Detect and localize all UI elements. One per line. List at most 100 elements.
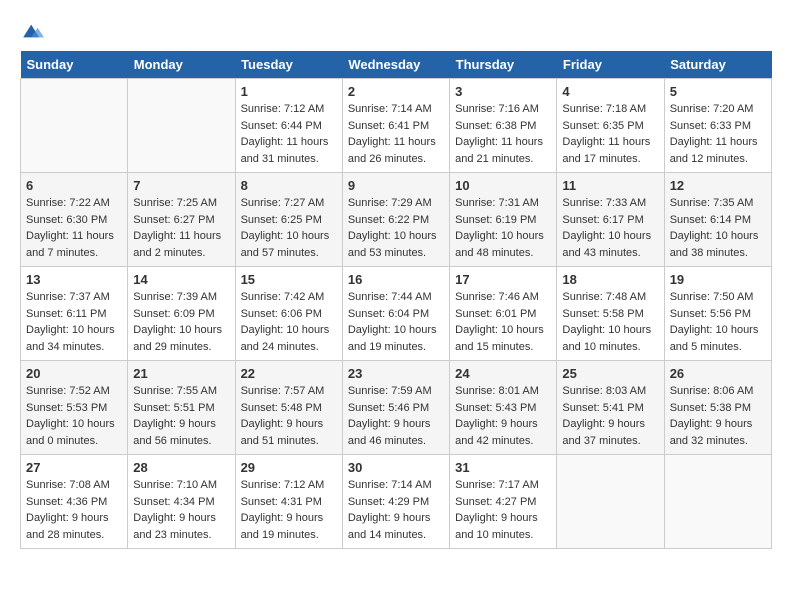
day-info-text: Daylight: 9 hours and 37 minutes. bbox=[562, 416, 658, 449]
day-number: 5 bbox=[670, 84, 766, 99]
page-header bbox=[20, 20, 772, 41]
day-cell bbox=[664, 455, 771, 549]
day-info-text: Sunset: 6:14 PM bbox=[670, 212, 766, 229]
day-info-text: Sunrise: 7:37 AM bbox=[26, 289, 122, 306]
day-info-text: Daylight: 11 hours and 26 minutes. bbox=[348, 134, 444, 167]
day-info-text: Daylight: 9 hours and 46 minutes. bbox=[348, 416, 444, 449]
week-row-4: 20Sunrise: 7:52 AMSunset: 5:53 PMDayligh… bbox=[21, 361, 772, 455]
header-cell-monday: Monday bbox=[128, 51, 235, 79]
header-cell-friday: Friday bbox=[557, 51, 664, 79]
header-cell-wednesday: Wednesday bbox=[342, 51, 449, 79]
day-info-text: Sunset: 6:11 PM bbox=[26, 306, 122, 323]
day-number: 11 bbox=[562, 178, 658, 193]
day-number: 29 bbox=[241, 460, 337, 475]
day-info-text: Daylight: 11 hours and 12 minutes. bbox=[670, 134, 766, 167]
day-info-text: Sunset: 4:34 PM bbox=[133, 494, 229, 511]
day-info-text: Sunset: 6:01 PM bbox=[455, 306, 551, 323]
day-info-text: Sunset: 6:30 PM bbox=[26, 212, 122, 229]
day-number: 14 bbox=[133, 272, 229, 287]
day-info-text: Sunrise: 7:25 AM bbox=[133, 195, 229, 212]
day-info-text: Sunrise: 7:59 AM bbox=[348, 383, 444, 400]
day-info-text: Daylight: 11 hours and 2 minutes. bbox=[133, 228, 229, 261]
day-cell: 9Sunrise: 7:29 AMSunset: 6:22 PMDaylight… bbox=[342, 173, 449, 267]
logo bbox=[20, 20, 48, 41]
day-info-text: Sunrise: 7:14 AM bbox=[348, 477, 444, 494]
day-info-text: Sunset: 6:04 PM bbox=[348, 306, 444, 323]
header-row: SundayMondayTuesdayWednesdayThursdayFrid… bbox=[21, 51, 772, 79]
day-info-text: Sunrise: 7:35 AM bbox=[670, 195, 766, 212]
calendar-table: SundayMondayTuesdayWednesdayThursdayFrid… bbox=[20, 51, 772, 549]
day-number: 17 bbox=[455, 272, 551, 287]
day-info-text: Sunset: 6:22 PM bbox=[348, 212, 444, 229]
day-info-text: Sunset: 6:25 PM bbox=[241, 212, 337, 229]
day-info-text: Sunset: 4:36 PM bbox=[26, 494, 122, 511]
day-cell: 2Sunrise: 7:14 AMSunset: 6:41 PMDaylight… bbox=[342, 79, 449, 173]
day-cell: 16Sunrise: 7:44 AMSunset: 6:04 PMDayligh… bbox=[342, 267, 449, 361]
day-number: 7 bbox=[133, 178, 229, 193]
day-info-text: Daylight: 11 hours and 31 minutes. bbox=[241, 134, 337, 167]
day-info-text: Daylight: 9 hours and 56 minutes. bbox=[133, 416, 229, 449]
day-info-text: Daylight: 10 hours and 24 minutes. bbox=[241, 322, 337, 355]
day-info-text: Daylight: 10 hours and 29 minutes. bbox=[133, 322, 229, 355]
day-number: 2 bbox=[348, 84, 444, 99]
day-info-text: Sunset: 5:48 PM bbox=[241, 400, 337, 417]
day-info-text: Sunset: 5:51 PM bbox=[133, 400, 229, 417]
day-info-text: Sunrise: 7:12 AM bbox=[241, 477, 337, 494]
day-info-text: Sunrise: 7:44 AM bbox=[348, 289, 444, 306]
day-info-text: Sunset: 5:58 PM bbox=[562, 306, 658, 323]
day-cell: 17Sunrise: 7:46 AMSunset: 6:01 PMDayligh… bbox=[450, 267, 557, 361]
day-number: 30 bbox=[348, 460, 444, 475]
day-number: 13 bbox=[26, 272, 122, 287]
day-info-text: Sunset: 5:38 PM bbox=[670, 400, 766, 417]
day-info-text: Sunset: 6:19 PM bbox=[455, 212, 551, 229]
day-cell: 30Sunrise: 7:14 AMSunset: 4:29 PMDayligh… bbox=[342, 455, 449, 549]
day-info-text: Sunrise: 8:01 AM bbox=[455, 383, 551, 400]
day-info-text: Sunrise: 7:46 AM bbox=[455, 289, 551, 306]
day-cell: 24Sunrise: 8:01 AMSunset: 5:43 PMDayligh… bbox=[450, 361, 557, 455]
day-info-text: Sunrise: 7:29 AM bbox=[348, 195, 444, 212]
day-info-text: Sunrise: 7:48 AM bbox=[562, 289, 658, 306]
day-number: 21 bbox=[133, 366, 229, 381]
day-number: 10 bbox=[455, 178, 551, 193]
day-cell: 28Sunrise: 7:10 AMSunset: 4:34 PMDayligh… bbox=[128, 455, 235, 549]
day-number: 16 bbox=[348, 272, 444, 287]
day-info-text: Daylight: 10 hours and 48 minutes. bbox=[455, 228, 551, 261]
day-number: 26 bbox=[670, 366, 766, 381]
day-info-text: Sunrise: 7:27 AM bbox=[241, 195, 337, 212]
day-cell: 4Sunrise: 7:18 AMSunset: 6:35 PMDaylight… bbox=[557, 79, 664, 173]
day-number: 18 bbox=[562, 272, 658, 287]
header-cell-saturday: Saturday bbox=[664, 51, 771, 79]
day-cell: 27Sunrise: 7:08 AMSunset: 4:36 PMDayligh… bbox=[21, 455, 128, 549]
day-info-text: Daylight: 10 hours and 0 minutes. bbox=[26, 416, 122, 449]
day-number: 20 bbox=[26, 366, 122, 381]
day-info-text: Sunrise: 7:57 AM bbox=[241, 383, 337, 400]
day-info-text: Sunset: 4:29 PM bbox=[348, 494, 444, 511]
day-info-text: Sunrise: 7:18 AM bbox=[562, 101, 658, 118]
day-number: 24 bbox=[455, 366, 551, 381]
day-info-text: Sunset: 4:31 PM bbox=[241, 494, 337, 511]
day-info-text: Sunrise: 7:52 AM bbox=[26, 383, 122, 400]
day-number: 19 bbox=[670, 272, 766, 287]
day-info-text: Sunset: 6:41 PM bbox=[348, 118, 444, 135]
day-info-text: Sunset: 6:27 PM bbox=[133, 212, 229, 229]
day-info-text: Daylight: 9 hours and 23 minutes. bbox=[133, 510, 229, 543]
day-cell: 13Sunrise: 7:37 AMSunset: 6:11 PMDayligh… bbox=[21, 267, 128, 361]
day-info-text: Sunset: 6:38 PM bbox=[455, 118, 551, 135]
day-info-text: Daylight: 9 hours and 19 minutes. bbox=[241, 510, 337, 543]
day-info-text: Sunrise: 7:50 AM bbox=[670, 289, 766, 306]
day-cell: 8Sunrise: 7:27 AMSunset: 6:25 PMDaylight… bbox=[235, 173, 342, 267]
header-cell-thursday: Thursday bbox=[450, 51, 557, 79]
day-cell: 31Sunrise: 7:17 AMSunset: 4:27 PMDayligh… bbox=[450, 455, 557, 549]
day-info-text: Sunrise: 7:10 AM bbox=[133, 477, 229, 494]
day-number: 25 bbox=[562, 366, 658, 381]
day-info-text: Daylight: 9 hours and 28 minutes. bbox=[26, 510, 122, 543]
day-cell bbox=[128, 79, 235, 173]
day-info-text: Daylight: 11 hours and 21 minutes. bbox=[455, 134, 551, 167]
day-info-text: Daylight: 11 hours and 17 minutes. bbox=[562, 134, 658, 167]
day-number: 8 bbox=[241, 178, 337, 193]
day-info-text: Sunset: 6:06 PM bbox=[241, 306, 337, 323]
day-info-text: Daylight: 11 hours and 7 minutes. bbox=[26, 228, 122, 261]
day-info-text: Sunrise: 7:55 AM bbox=[133, 383, 229, 400]
day-info-text: Sunset: 5:56 PM bbox=[670, 306, 766, 323]
day-info-text: Sunrise: 7:08 AM bbox=[26, 477, 122, 494]
